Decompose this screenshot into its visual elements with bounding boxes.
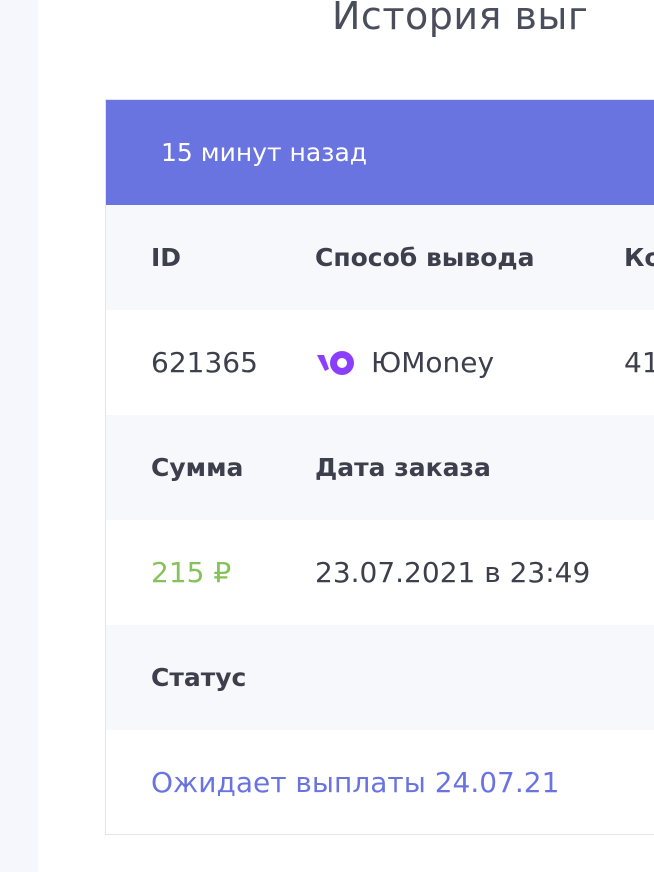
withdrawal-card: 15 минут назад ID Способ вывода Ко 62136… <box>105 99 654 835</box>
third-column-label: Ко <box>624 243 654 272</box>
order-id: 621365 <box>151 346 258 379</box>
time-ago-label: 15 минут назад <box>161 138 368 167</box>
page-title: История выг <box>332 0 589 38</box>
method-name: ЮMoney <box>371 346 495 379</box>
status-label: Статус <box>151 663 247 692</box>
amount-label: Сумма <box>151 453 244 482</box>
status-value: Ожидает выплаты 24.07.21 <box>151 766 560 799</box>
date-label: Дата заказа <box>315 453 491 482</box>
value-row-amount-date: 215 ₽ 23.07.2021 в 23:49 <box>106 520 654 625</box>
value-row-status: Ожидает выплаты 24.07.21 <box>106 730 654 834</box>
label-row-status: Статус <box>106 625 654 730</box>
yoomoney-icon <box>317 350 354 375</box>
card-header: 15 минут назад <box>106 100 654 205</box>
label-row-amount-date: Сумма Дата заказа <box>106 415 654 520</box>
left-sidebar-strip <box>0 0 38 872</box>
label-row-id-method: ID Способ вывода Ко <box>106 205 654 310</box>
id-label: ID <box>151 243 182 272</box>
value-row-id-method: 621365 ЮMoney 41 <box>106 310 654 415</box>
date-value: 23.07.2021 в 23:49 <box>315 556 591 589</box>
third-column-value: 41 <box>624 346 654 379</box>
method-label: Способ вывода <box>315 243 535 272</box>
amount-value: 215 ₽ <box>151 556 232 589</box>
method-value: ЮMoney <box>315 310 494 415</box>
